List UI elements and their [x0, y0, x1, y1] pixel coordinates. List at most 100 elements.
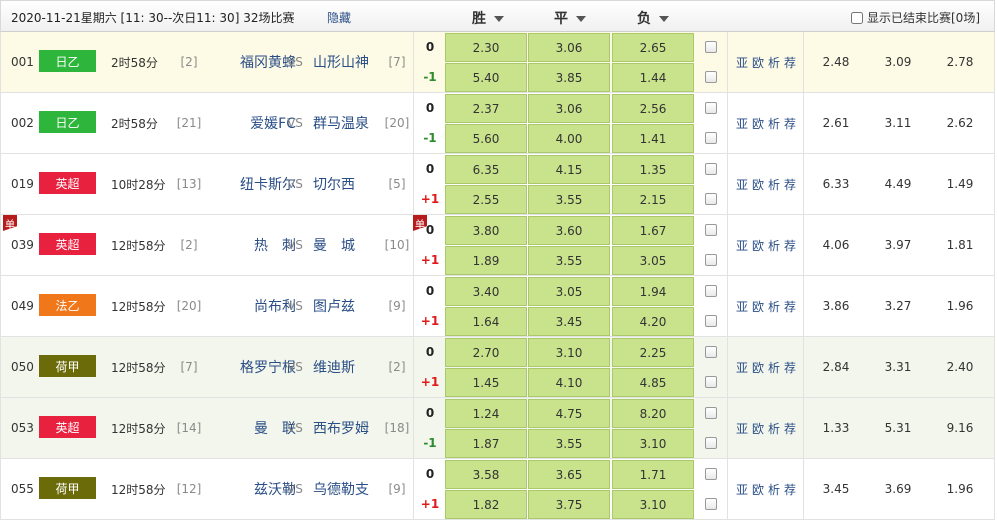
tip-link[interactable]: 荐 [784, 115, 800, 132]
away-team[interactable]: 山形山神 [313, 32, 383, 92]
tip-link[interactable]: 荐 [784, 481, 800, 498]
show-finished[interactable]: 显示已结束比赛[0场] [851, 9, 980, 26]
hide-link[interactable]: 隐藏 [327, 9, 351, 26]
select-checkbox[interactable] [705, 437, 717, 449]
select-checkbox[interactable] [705, 376, 717, 388]
home-team[interactable]: 福冈黄蜂 [206, 32, 296, 92]
odds-win[interactable]: 5.40 [445, 63, 527, 92]
odds-win[interactable]: 2.70 [445, 338, 527, 367]
odds-win[interactable]: 2.37 [445, 94, 527, 123]
odds-draw[interactable]: 3.05 [528, 277, 610, 306]
tip-link[interactable]: 荐 [784, 359, 800, 376]
odds-draw[interactable]: 3.85 [528, 63, 610, 92]
odds-win[interactable]: 2.30 [445, 33, 527, 62]
select-checkbox[interactable] [705, 163, 717, 175]
odds-lose[interactable]: 2.65 [612, 33, 694, 62]
odds-win[interactable]: 1.45 [445, 368, 527, 397]
show-finished-checkbox[interactable] [851, 12, 863, 24]
select-checkbox[interactable] [705, 407, 717, 419]
odds-draw[interactable]: 3.06 [528, 33, 610, 62]
odds-lose[interactable]: 2.25 [612, 338, 694, 367]
odds-draw[interactable]: 3.55 [528, 429, 610, 458]
league-badge[interactable]: 荷甲 [39, 355, 96, 377]
odds-draw[interactable]: 3.60 [528, 216, 610, 245]
odds-win[interactable]: 1.87 [445, 429, 527, 458]
odds-win[interactable]: 6.35 [445, 155, 527, 184]
odds-lose[interactable]: 2.56 [612, 94, 694, 123]
select-checkbox[interactable] [705, 315, 717, 327]
asian-odds-link[interactable]: 亚 [736, 115, 752, 132]
odds-win[interactable]: 1.64 [445, 307, 527, 336]
odds-win[interactable]: 1.24 [445, 399, 527, 428]
select-checkbox[interactable] [705, 41, 717, 53]
select-checkbox[interactable] [705, 132, 717, 144]
league-badge[interactable]: 英超 [39, 233, 96, 255]
euro-odds-link[interactable]: 欧 [752, 176, 768, 193]
home-team[interactable]: 格罗宁根 [206, 337, 296, 397]
odds-lose[interactable]: 1.35 [612, 155, 694, 184]
asian-odds-link[interactable]: 亚 [736, 481, 752, 498]
home-team[interactable]: 热 刺 [206, 215, 296, 275]
euro-odds-link[interactable]: 欧 [752, 481, 768, 498]
analysis-link[interactable]: 析 [768, 237, 784, 254]
analysis-link[interactable]: 析 [768, 176, 784, 193]
tip-link[interactable]: 荐 [784, 420, 800, 437]
select-checkbox[interactable] [705, 193, 717, 205]
euro-odds-link[interactable]: 欧 [752, 237, 768, 254]
select-checkbox[interactable] [705, 346, 717, 358]
analysis-link[interactable]: 析 [768, 420, 784, 437]
odds-lose[interactable]: 1.71 [612, 460, 694, 489]
analysis-link[interactable]: 析 [768, 54, 784, 71]
league-badge[interactable]: 日乙 [39, 50, 96, 72]
asian-odds-link[interactable]: 亚 [736, 420, 752, 437]
odds-draw[interactable]: 4.15 [528, 155, 610, 184]
select-checkbox[interactable] [705, 254, 717, 266]
away-team[interactable]: 乌德勒支 [313, 459, 383, 519]
odds-draw[interactable]: 3.45 [528, 307, 610, 336]
odds-draw[interactable]: 3.65 [528, 460, 610, 489]
odds-win[interactable]: 5.60 [445, 124, 527, 153]
away-team[interactable]: 西布罗姆 [313, 398, 383, 458]
odds-draw[interactable]: 3.10 [528, 338, 610, 367]
asian-odds-link[interactable]: 亚 [736, 237, 752, 254]
odds-win[interactable]: 3.80 [445, 216, 527, 245]
odds-lose[interactable]: 1.41 [612, 124, 694, 153]
asian-odds-link[interactable]: 亚 [736, 176, 752, 193]
tip-link[interactable]: 荐 [784, 237, 800, 254]
odds-lose[interactable]: 3.05 [612, 246, 694, 275]
odds-lose[interactable]: 1.94 [612, 277, 694, 306]
odds-lose[interactable]: 4.85 [612, 368, 694, 397]
sort-draw[interactable]: 平 [554, 8, 586, 28]
league-badge[interactable]: 日乙 [39, 111, 96, 133]
select-checkbox[interactable] [705, 285, 717, 297]
odds-draw[interactable]: 3.55 [528, 185, 610, 214]
euro-odds-link[interactable]: 欧 [752, 54, 768, 71]
tip-link[interactable]: 荐 [784, 54, 800, 71]
odds-draw[interactable]: 3.55 [528, 246, 610, 275]
sort-win[interactable]: 胜 [472, 8, 504, 28]
odds-lose[interactable]: 8.20 [612, 399, 694, 428]
odds-win[interactable]: 1.89 [445, 246, 527, 275]
tip-link[interactable]: 荐 [784, 176, 800, 193]
home-team[interactable]: 曼 联 [206, 398, 296, 458]
euro-odds-link[interactable]: 欧 [752, 420, 768, 437]
select-checkbox[interactable] [705, 102, 717, 114]
tip-link[interactable]: 荐 [784, 298, 800, 315]
odds-lose[interactable]: 4.20 [612, 307, 694, 336]
away-team[interactable]: 图卢兹 [313, 276, 383, 336]
odds-draw[interactable]: 4.00 [528, 124, 610, 153]
league-badge[interactable]: 英超 [39, 172, 96, 194]
odds-lose[interactable]: 1.44 [612, 63, 694, 92]
league-badge[interactable]: 英超 [39, 416, 96, 438]
analysis-link[interactable]: 析 [768, 298, 784, 315]
odds-draw[interactable]: 4.75 [528, 399, 610, 428]
away-team[interactable]: 维迪斯 [313, 337, 383, 397]
analysis-link[interactable]: 析 [768, 359, 784, 376]
away-team[interactable]: 曼 城 [313, 215, 383, 275]
sort-lose[interactable]: 负 [637, 8, 669, 28]
odds-win[interactable]: 2.55 [445, 185, 527, 214]
select-checkbox[interactable] [705, 468, 717, 480]
odds-draw[interactable]: 4.10 [528, 368, 610, 397]
away-team[interactable]: 切尔西 [313, 154, 383, 214]
asian-odds-link[interactable]: 亚 [736, 54, 752, 71]
